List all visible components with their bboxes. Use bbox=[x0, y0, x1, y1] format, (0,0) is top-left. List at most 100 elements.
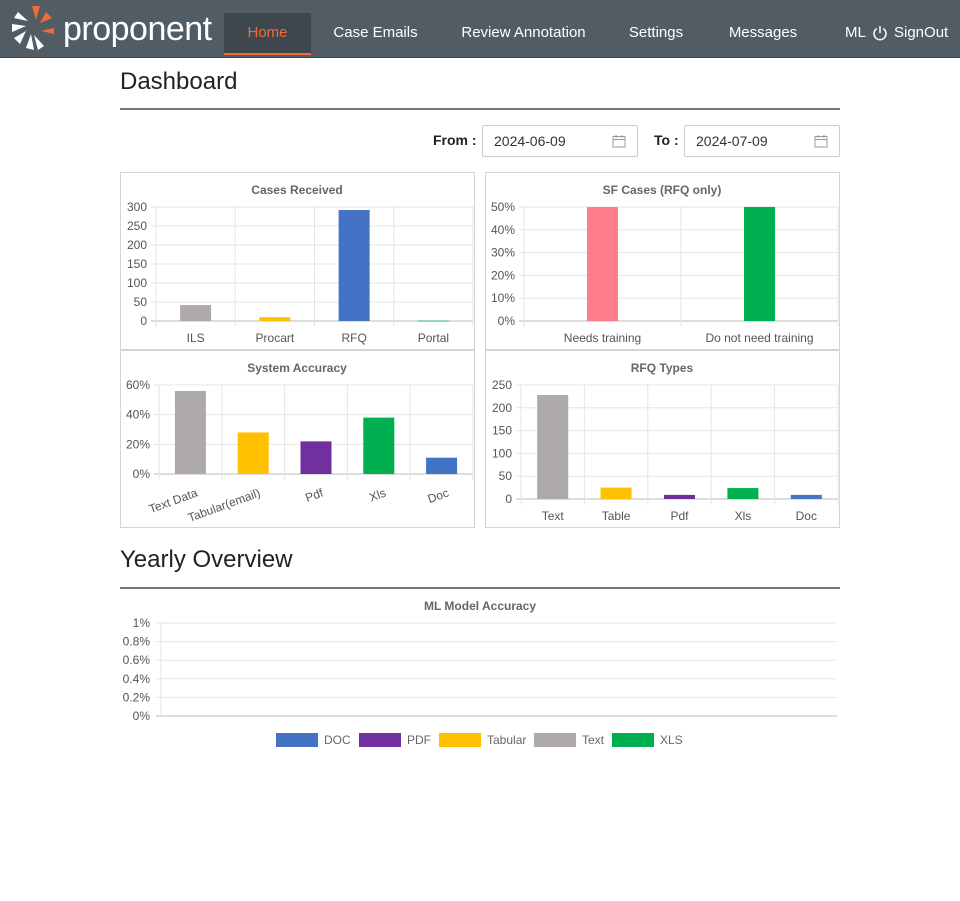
nav-settings[interactable]: Settings bbox=[618, 13, 694, 55]
legend-label: PDF bbox=[407, 733, 431, 747]
signout-button[interactable]: SignOut bbox=[872, 13, 948, 53]
cases-received-chart: Cases Received 0 50 100 150 200 250 300 ILS Proca… bbox=[127, 183, 474, 345]
y-tick-label: 150 bbox=[492, 424, 512, 438]
legend-label: XLS bbox=[660, 733, 683, 747]
y-tick-label: 20% bbox=[126, 437, 150, 451]
bar bbox=[300, 441, 332, 474]
x-tick-label: Procart bbox=[256, 331, 295, 345]
bar bbox=[363, 417, 395, 474]
y-tick-label: 200 bbox=[127, 238, 147, 252]
y-tick-label: 0% bbox=[498, 314, 516, 328]
bar bbox=[537, 395, 569, 499]
to-label: To : bbox=[654, 132, 679, 148]
bar bbox=[174, 390, 206, 474]
y-tick-label: 40% bbox=[126, 408, 150, 422]
y-tick-label: 0.2% bbox=[123, 690, 151, 704]
y-tick-label: 300 bbox=[127, 200, 147, 214]
y-tick-label: 0 bbox=[505, 492, 512, 506]
rfq-types-chart: RFQ Types 0 50 100 150 200 250 Text Table Pdf Xls D… bbox=[492, 361, 839, 523]
system-accuracy-chart: System Accuracy0%20%40%60%Text DataTabul… bbox=[126, 361, 474, 525]
y-tick-label: 50 bbox=[134, 295, 148, 309]
legend-swatch bbox=[612, 733, 654, 747]
bar bbox=[426, 457, 458, 474]
top-navbar: proponent Home Case Emails Review Annota… bbox=[0, 0, 960, 81]
legend-swatch bbox=[439, 733, 481, 747]
bar bbox=[587, 207, 618, 321]
bar bbox=[338, 210, 370, 321]
nav-messages[interactable]: Messages bbox=[718, 13, 808, 55]
bar bbox=[237, 432, 269, 474]
chart-title: Cases Received bbox=[251, 183, 342, 197]
x-tick-label: Pdf bbox=[303, 485, 325, 505]
y-tick-label: 250 bbox=[127, 219, 147, 233]
yearly-divider bbox=[120, 587, 840, 589]
power-icon bbox=[873, 26, 887, 41]
x-tick-label: Text bbox=[542, 509, 565, 523]
x-tick-label: Needs training bbox=[564, 331, 641, 345]
y-tick-label: 40% bbox=[491, 223, 515, 237]
x-tick-label: Pdf bbox=[670, 509, 689, 523]
x-tick-label: Portal bbox=[418, 331, 449, 345]
bar bbox=[259, 317, 291, 321]
nav-review-annotation[interactable]: Review Annotation bbox=[451, 13, 596, 55]
to-date-value: 2024-07-09 bbox=[696, 133, 768, 149]
y-tick-label: 0.8% bbox=[123, 635, 151, 649]
x-tick-label: Tabular(email) bbox=[186, 486, 262, 525]
logo-text: proponent bbox=[63, 10, 212, 48]
y-tick-label: 100 bbox=[492, 446, 512, 460]
y-tick-label: 50 bbox=[499, 469, 513, 483]
y-tick-label: 30% bbox=[491, 246, 515, 260]
from-label: From : bbox=[433, 132, 477, 148]
x-tick-label: RFQ bbox=[341, 331, 366, 345]
calendar-icon[interactable] bbox=[612, 134, 626, 148]
y-tick-label: 0.6% bbox=[123, 653, 151, 667]
bar bbox=[417, 320, 449, 322]
legend-label: DOC bbox=[324, 733, 351, 747]
sf-cases-panel: SF Cases (RFQ only) 0% 10% 20% 30% 40% 50% Need… bbox=[485, 172, 840, 350]
legend-swatch bbox=[276, 733, 318, 747]
from-date-input[interactable]: 2024-06-09 bbox=[482, 125, 638, 157]
y-tick-label: 0% bbox=[133, 467, 151, 481]
nav-case-emails[interactable]: Case Emails bbox=[322, 13, 429, 55]
chart-title: SF Cases (RFQ only) bbox=[603, 183, 722, 197]
y-tick-label: 0.4% bbox=[123, 672, 151, 686]
y-tick-label: 10% bbox=[491, 291, 515, 305]
dashboard-divider bbox=[120, 108, 840, 110]
y-tick-label: 0% bbox=[133, 709, 151, 723]
bar bbox=[600, 487, 632, 499]
page-title: Dashboard bbox=[120, 68, 238, 95]
y-tick-label: 150 bbox=[127, 257, 147, 271]
x-tick-label: Table bbox=[602, 509, 631, 523]
proponent-logo[interactable]: proponent bbox=[10, 4, 212, 52]
chart-title: RFQ Types bbox=[631, 361, 694, 375]
ml-model-accuracy-chart: ML Model Accuracy 0% 0.2% 0.4% 0.6% 0.8% 1% bbox=[123, 599, 837, 723]
cases-received-panel: Cases Received 0 50 100 150 200 250 300 ILS Proca… bbox=[120, 172, 475, 350]
nav-home[interactable]: Home bbox=[224, 13, 311, 55]
sf-cases-chart: SF Cases (RFQ only) 0% 10% 20% 30% 40% 50% Need… bbox=[491, 183, 839, 345]
logo-mark-icon bbox=[12, 6, 54, 50]
y-tick-label: 0 bbox=[140, 314, 147, 328]
x-tick-label: Doc bbox=[426, 486, 451, 506]
calendar-icon[interactable] bbox=[814, 134, 828, 148]
legend-label: Text bbox=[582, 733, 605, 747]
ml-model-accuracy-panel: ML Model Accuracy 0% 0.2% 0.4% 0.6% 0.8% 1% bbox=[120, 594, 840, 724]
y-tick-label: 50% bbox=[491, 200, 515, 214]
from-date-value: 2024-06-09 bbox=[494, 133, 566, 149]
bar bbox=[180, 305, 212, 321]
bar bbox=[790, 494, 822, 499]
y-tick-label: 200 bbox=[492, 401, 512, 415]
system-accuracy-panel: System Accuracy 0% 20% 40% 60% Text Data Tabul… bbox=[120, 350, 475, 528]
rfq-types-panel: RFQ Types 0 50 100 150 200 250 Text Table Pdf Xls D… bbox=[485, 350, 840, 528]
chart-title: System Accuracy bbox=[247, 361, 347, 375]
to-date-input[interactable]: 2024-07-09 bbox=[684, 125, 840, 157]
x-tick-label: Doc bbox=[796, 509, 817, 523]
y-tick-label: 100 bbox=[127, 276, 147, 290]
y-tick-label: 60% bbox=[126, 378, 150, 392]
x-tick-label: Do not need training bbox=[705, 331, 813, 345]
y-tick-label: 250 bbox=[492, 378, 512, 392]
yearly-overview-title: Yearly Overview bbox=[120, 546, 293, 573]
x-tick-label: Xls bbox=[367, 486, 387, 505]
legend-label: Tabular bbox=[487, 733, 527, 747]
y-tick-label: 1% bbox=[133, 616, 151, 630]
legend-swatch bbox=[359, 733, 401, 747]
